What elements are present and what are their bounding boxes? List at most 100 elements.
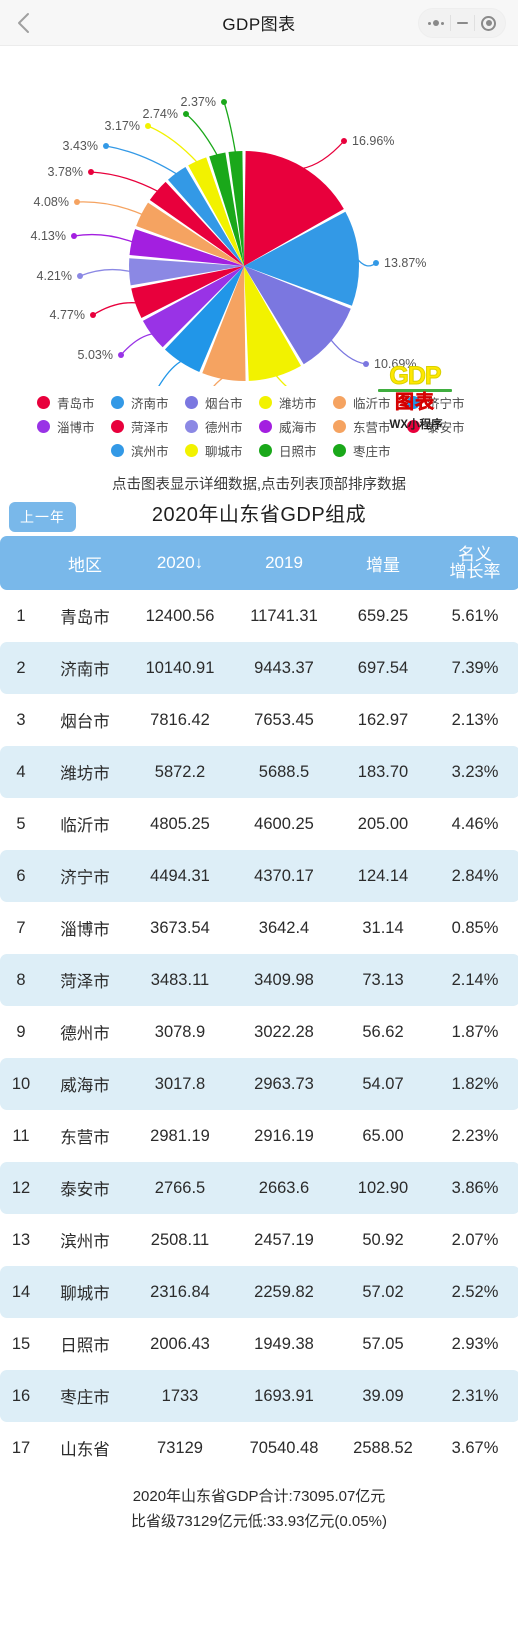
legend-item-日照市[interactable]: 日照市 xyxy=(259,441,333,460)
legend-color-dot-icon xyxy=(333,395,346,409)
pie-leader-dot-icon xyxy=(363,361,369,367)
table-row[interactable]: 12 泰安市 2766.5 2663.6 102.90 3.86% xyxy=(0,1162,518,1214)
pie-leader-line xyxy=(158,360,183,386)
table-row[interactable]: 1 青岛市 12400.56 11741.31 659.25 5.61% xyxy=(0,590,518,642)
pie-leader-line xyxy=(92,302,138,316)
cell-2019: 2963.73 xyxy=(232,1058,336,1110)
column-header-index[interactable] xyxy=(0,536,42,590)
cell-2020: 3483.11 xyxy=(128,954,232,1006)
pie-slices[interactable] xyxy=(128,151,359,382)
pie-chart-svg[interactable]: 16.96%13.87%10.69%8.03%6.57%6.15%5.03%4.… xyxy=(0,46,518,386)
column-header-region[interactable]: 地区 xyxy=(42,536,128,590)
cell-2020: 2766.5 xyxy=(128,1162,232,1214)
table-row[interactable]: 9 德州市 3078.9 3022.28 56.62 1.87% xyxy=(0,1006,518,1058)
legend-color-dot-icon xyxy=(333,443,346,457)
pie-leader-dot-icon xyxy=(341,138,347,144)
pie-percent-label: 4.21% xyxy=(37,269,72,283)
legend-item-青岛市[interactable]: 青岛市 xyxy=(37,393,111,412)
cell-increment: 50.92 xyxy=(362,1230,404,1249)
table-row[interactable]: 8 菏泽市 3483.11 3409.98 73.13 2.14% xyxy=(0,954,518,1006)
table-row[interactable]: 10 威海市 3017.8 2963.73 54.07 1.82% xyxy=(0,1058,518,1110)
pie-percent-label: 4.13% xyxy=(31,229,66,243)
table-row[interactable]: 4 潍坊市 5872.2 5688.5 183.70 3.23% xyxy=(0,746,518,798)
column-header-increment[interactable]: 增量 xyxy=(336,536,430,590)
watermark-cn-text: 图表 xyxy=(394,392,435,413)
cell-increment: 31.14 xyxy=(362,918,404,937)
cell-increment: 102.90 xyxy=(336,1162,430,1214)
cell-index: 17 xyxy=(11,1438,31,1457)
cell-index: 6 xyxy=(0,850,42,902)
cell-index: 1 xyxy=(16,606,26,625)
cell-region: 烟台市 xyxy=(60,713,110,731)
cell-2020: 4494.31 xyxy=(128,850,232,902)
cell-index: 16 xyxy=(0,1370,42,1422)
table-row[interactable]: 11 东营市 2981.19 2916.19 65.00 2.23% xyxy=(0,1110,518,1162)
prev-year-button[interactable]: 上一年 xyxy=(9,502,76,532)
cell-rate: 0.85% xyxy=(451,918,499,937)
cell-2019: 1693.91 xyxy=(232,1370,336,1422)
table-row[interactable]: 3 烟台市 7816.42 7653.45 162.97 2.13% xyxy=(0,694,518,746)
pie-chart-region[interactable]: 16.96%13.87%10.69%8.03%6.57%6.15%5.03%4.… xyxy=(0,46,518,431)
table-row[interactable]: 2 济南市 10140.91 9443.37 697.54 7.39% xyxy=(0,642,518,694)
cell-2019: 4600.25 xyxy=(254,814,314,833)
legend-color-dot-icon xyxy=(37,395,50,409)
table-row[interactable]: 16 枣庄市 1733 1693.91 39.09 2.31% xyxy=(0,1370,518,1422)
legend-item-济南市[interactable]: 济南市 xyxy=(111,393,185,412)
legend-color-dot-icon xyxy=(185,443,198,457)
more-dots-icon[interactable] xyxy=(428,20,444,26)
pie-percent-label: 4.08% xyxy=(34,195,69,209)
legend-item-滨州市[interactable]: 滨州市 xyxy=(111,441,185,460)
table-row[interactable]: 15 日照市 2006.43 1949.38 57.05 2.93% xyxy=(0,1318,518,1370)
pie-leader-dot-icon xyxy=(88,169,94,175)
cell-2019: 1949.38 xyxy=(254,1334,314,1353)
cell-2020: 73129 xyxy=(157,1438,203,1457)
table-row[interactable]: 5 临沂市 4805.25 4600.25 205.00 4.46% xyxy=(0,798,518,850)
legend-item-淄博市[interactable]: 淄博市 xyxy=(37,417,111,436)
back-button[interactable] xyxy=(0,0,46,46)
column-header-2020[interactable]: 2020↓ xyxy=(128,536,232,590)
table-header-row[interactable]: 地区 2020↓ 2019 增量 名义 增长率 xyxy=(0,536,518,590)
cell-index: 10 xyxy=(0,1058,42,1110)
table-row[interactable]: 14 聊城市 2316.84 2259.82 57.02 2.52% xyxy=(0,1266,518,1318)
legend-item-烟台市[interactable]: 烟台市 xyxy=(185,393,259,412)
cell-2020: 2316.84 xyxy=(128,1266,232,1318)
table-row[interactable]: 17 山东省 73129 70540.48 2588.52 3.67% xyxy=(0,1422,518,1474)
legend-label: 菏泽市 xyxy=(131,420,169,435)
legend-color-dot-icon xyxy=(111,419,124,433)
legend-item-菏泽市[interactable]: 菏泽市 xyxy=(111,417,185,436)
pie-leader-line xyxy=(301,140,345,170)
minimize-dash-icon[interactable] xyxy=(457,22,468,24)
legend-item-威海市[interactable]: 威海市 xyxy=(259,417,333,436)
legend-color-dot-icon xyxy=(111,395,124,409)
cell-2019: 4370.17 xyxy=(232,850,336,902)
cell-increment: 205.00 xyxy=(357,814,409,833)
table-row[interactable]: 6 济宁市 4494.31 4370.17 124.14 2.84% xyxy=(0,850,518,902)
legend-item-潍坊市[interactable]: 潍坊市 xyxy=(259,393,333,412)
navbar: GDP图表 xyxy=(0,0,518,46)
table-row[interactable]: 13 滨州市 2508.11 2457.19 50.92 2.07% xyxy=(0,1214,518,1266)
column-header-growth-rate[interactable]: 名义 增长率 xyxy=(430,536,518,590)
pie-leader-line xyxy=(329,338,367,365)
column-header-2019[interactable]: 2019 xyxy=(232,536,336,590)
cell-region: 威海市 xyxy=(42,1058,128,1110)
cell-rate: 4.46% xyxy=(451,814,499,833)
legend-item-聊城市[interactable]: 聊城市 xyxy=(185,441,259,460)
target-circle-icon[interactable] xyxy=(481,15,496,31)
pie-leader-line xyxy=(90,171,160,193)
pie-leader-line xyxy=(213,376,225,386)
table-row[interactable]: 7 淄博市 3673.54 3642.4 31.14 0.85% xyxy=(0,902,518,954)
table-title: 2020年山东省GDP组成 xyxy=(151,504,367,526)
cell-index: 15 xyxy=(11,1334,31,1353)
legend-color-dot-icon xyxy=(259,419,272,433)
pie-leader-dot-icon xyxy=(77,273,83,279)
chevron-left-icon xyxy=(17,12,29,33)
legend-item-德州市[interactable]: 德州市 xyxy=(185,417,259,436)
gdp-table[interactable]: 地区 2020↓ 2019 增量 名义 增长率 1 青岛市 12400.56 1174… xyxy=(0,536,518,1474)
table-body[interactable]: 1 青岛市 12400.56 11741.31 659.25 5.61% 2 济南市 10140… xyxy=(0,590,518,1474)
legend-color-dot-icon xyxy=(111,443,124,457)
cell-rate: 7.39% xyxy=(430,642,518,694)
legend-item-枣庄市[interactable]: 枣庄市 xyxy=(333,441,407,460)
cell-rate: 2.84% xyxy=(430,850,518,902)
table-header[interactable]: 地区 2020↓ 2019 增量 名义 增长率 xyxy=(0,536,518,590)
cell-2019: 7653.45 xyxy=(254,710,314,729)
